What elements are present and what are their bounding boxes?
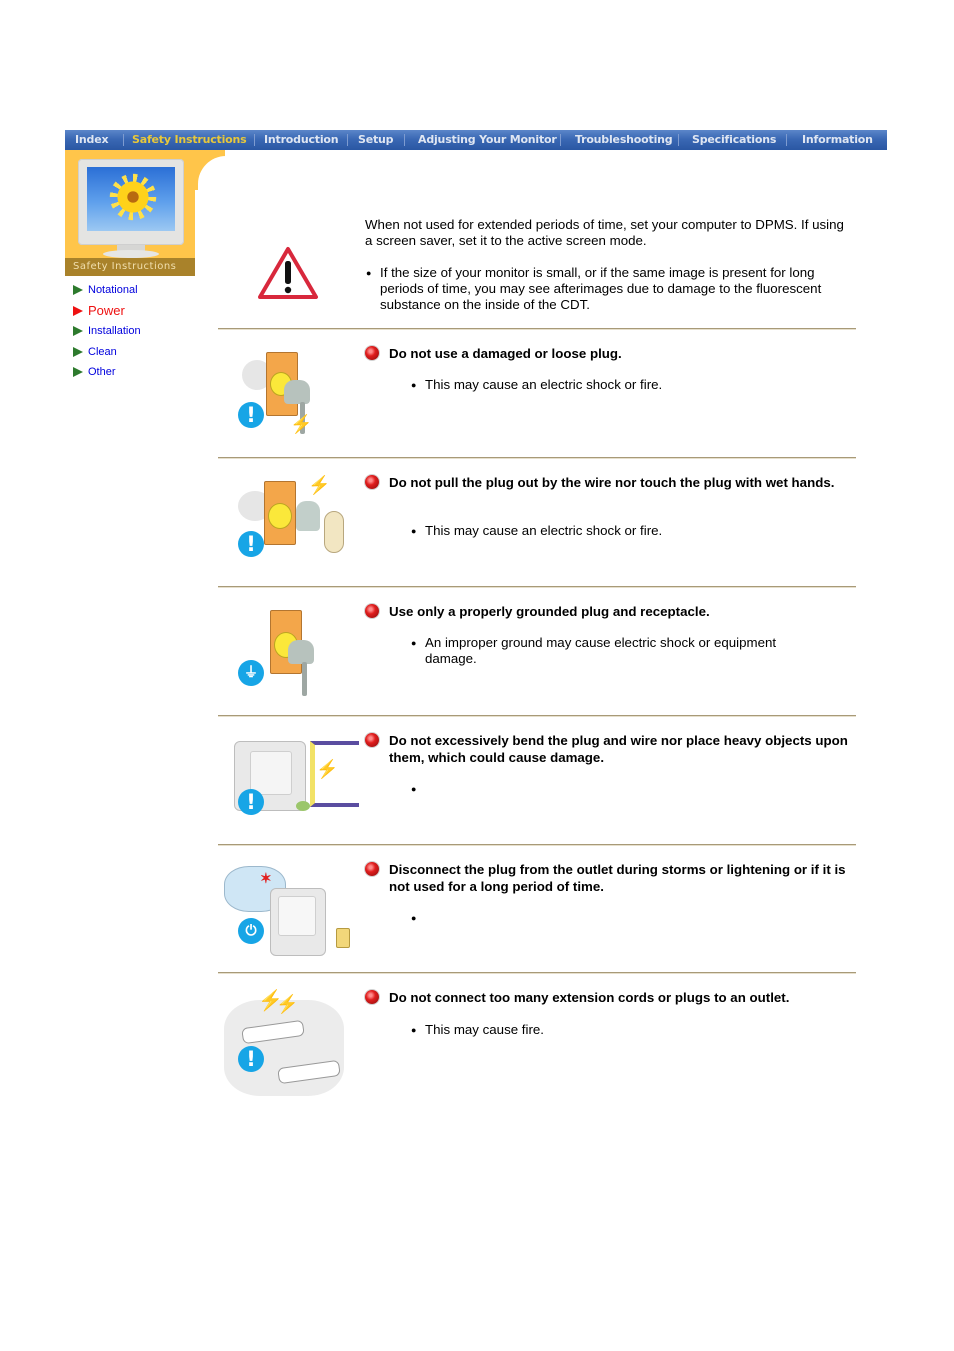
nav-separator — [560, 134, 561, 146]
sidebar-item-clean[interactable]: Clean — [73, 342, 141, 363]
arrow-right-icon — [73, 285, 83, 296]
safety-item-title: Disconnect the plug from the outlet duri… — [389, 862, 846, 894]
arrow-right-icon — [73, 326, 83, 337]
warning-triangle-icon — [258, 247, 318, 299]
nav-information[interactable]: Information — [802, 133, 873, 146]
logo-caption: Safety Instructions — [65, 258, 195, 276]
intro-bullet-text: If the size of your monitor is small, or… — [380, 265, 822, 312]
nav-separator — [254, 134, 255, 146]
sidebar-item-installation[interactable]: Installation — [73, 321, 141, 342]
safety-item-bullet: ● An improper ground may cause electric … — [411, 635, 831, 667]
nav-separator — [404, 134, 405, 146]
sidebar-item-power[interactable]: Power — [73, 301, 141, 322]
bullet-dot: ● — [411, 1025, 417, 1035]
red-ball-bullet-icon — [365, 733, 379, 747]
bullet-dot: ● — [411, 913, 417, 923]
exclamation-icon: ! — [238, 402, 264, 428]
nav-troubleshooting[interactable]: Troubleshooting — [575, 133, 673, 146]
safety-item-header: Use only a properly grounded plug and re… — [365, 603, 853, 620]
monitor-image — [78, 159, 184, 245]
red-ball-bullet-icon — [365, 604, 379, 618]
safety-item-title: Do not connect too many extension cords … — [389, 990, 790, 1005]
safety-item-bullet-text: This may cause an electric shock or fire… — [425, 523, 663, 538]
red-ball-bullet-icon — [365, 990, 379, 1004]
red-ball-bullet-icon — [365, 475, 379, 489]
safety-item-bullet-text: An improper ground may cause electric sh… — [425, 635, 777, 666]
safety-item: ⏚ Use only a properly grounded plug and … — [218, 588, 856, 716]
nav-safety-instructions[interactable]: Safety Instructions — [132, 133, 247, 146]
safety-item-header: Disconnect the plug from the outlet duri… — [365, 861, 853, 895]
bent-wire-monitor-illustration: ⚡ ! — [218, 729, 359, 829]
sidebar-item-label[interactable]: Other — [88, 366, 116, 378]
exclamation-icon: ! — [238, 531, 264, 557]
safety-item-bullet: ● This may cause an electric shock or fi… — [411, 377, 831, 393]
safety-item-bullet: ● This may cause fire. — [411, 1022, 831, 1038]
bullet-dot: ● — [366, 268, 372, 278]
nav-introduction[interactable]: Introduction — [264, 133, 339, 146]
monitor-base — [103, 250, 159, 258]
nav-separator — [678, 134, 679, 146]
monitor-screen — [87, 167, 175, 231]
nav-separator — [786, 134, 787, 146]
grounded-plug-illustration: ⏚ — [218, 600, 358, 700]
safety-item-bullet: ● This may cause an electric shock or fi… — [411, 523, 831, 539]
overloaded-outlet-illustration: ⚡ ⚡ ! — [218, 986, 358, 1096]
bullet-dot: ● — [411, 380, 417, 390]
arrow-right-icon — [73, 367, 83, 378]
ground-icon: ⏚ — [238, 660, 264, 686]
safety-item-bullet-text: This may cause fire. — [425, 1022, 544, 1037]
sidebar-item-label[interactable]: Installation — [88, 325, 141, 337]
exclamation-icon: ! — [238, 789, 264, 815]
bullet-dot: ● — [411, 638, 417, 648]
bullet-dot: ● — [411, 784, 417, 794]
sidebar-menu: Notational Power Installation Clean Othe… — [73, 280, 141, 383]
red-ball-bullet-icon — [365, 346, 379, 360]
unplug-icon: ⏻ — [238, 918, 264, 944]
sidebar-item-label[interactable]: Power — [88, 303, 125, 318]
sidebar-item-label[interactable]: Notational — [88, 284, 138, 296]
safety-item-header: Do not use a damaged or loose plug. — [365, 345, 853, 362]
safety-item: ⚡ ! Do not pull the plug out by the wire… — [218, 459, 856, 587]
safety-item-header: Do not pull the plug out by the wire nor… — [365, 474, 853, 491]
safety-item-title: Do not pull the plug out by the wire nor… — [389, 475, 835, 490]
arrow-right-icon — [73, 305, 83, 316]
sidebar-item-notational[interactable]: Notational — [73, 280, 141, 301]
wet-hands-plug-illustration: ⚡ ! — [218, 471, 358, 571]
safety-item-bullet-text: This may cause an electric shock or fire… — [425, 377, 663, 392]
nav-separator — [347, 134, 348, 146]
intro-paragraph: When not used for extended periods of ti… — [365, 217, 844, 248]
safety-item: ⚡ ! Do not excessively bend the plug and… — [218, 717, 856, 845]
exclamation-icon: ! — [238, 1046, 264, 1072]
nav-adjusting-your-monitor[interactable]: Adjusting Your Monitor — [418, 133, 557, 146]
safety-item-title: Do not excessively bend the plug and wir… — [389, 733, 848, 765]
sidebar-item-other[interactable]: Other — [73, 362, 141, 383]
sidebar-item-label[interactable]: Clean — [88, 346, 117, 358]
safety-item-title: Use only a properly grounded plug and re… — [389, 604, 710, 619]
nav-setup[interactable]: Setup — [358, 133, 394, 146]
nav-index[interactable]: Index — [75, 133, 109, 146]
safety-item-bullet: ● — [411, 910, 831, 926]
logo-corner-decoration — [195, 150, 258, 216]
storm-unplug-illustration: ✶ ⏻ — [218, 858, 358, 958]
nav-specifications[interactable]: Specifications — [692, 133, 776, 146]
top-nav-bar: Index Safety Instructions Introduction S… — [65, 130, 887, 150]
bullet-dot: ● — [411, 526, 417, 536]
section-logo: Safety Instructions — [65, 150, 195, 276]
safety-item-header: Do not excessively bend the plug and wir… — [365, 732, 853, 766]
safety-item-title: Do not use a damaged or loose plug. — [389, 346, 622, 361]
flower-icon — [115, 179, 151, 215]
safety-item: ✶ ⏻ Disconnect the plug from the outlet … — [218, 846, 856, 974]
safety-item-header: Do not connect too many extension cords … — [365, 989, 853, 1006]
safety-item: ⚡ ! Do not use a damaged or loose plug. … — [218, 330, 856, 458]
arrow-right-icon — [73, 346, 83, 357]
safety-item-bullet: ● — [411, 781, 831, 797]
red-ball-bullet-icon — [365, 862, 379, 876]
intro-bullet: ● If the size of your monitor is small, … — [365, 265, 855, 313]
intro-block: When not used for extended periods of ti… — [365, 217, 855, 313]
nav-separator — [123, 134, 124, 146]
damaged-plug-illustration: ⚡ ! — [218, 342, 358, 442]
safety-item: ⚡ ⚡ ! Do not connect too many extension … — [218, 974, 856, 1102]
